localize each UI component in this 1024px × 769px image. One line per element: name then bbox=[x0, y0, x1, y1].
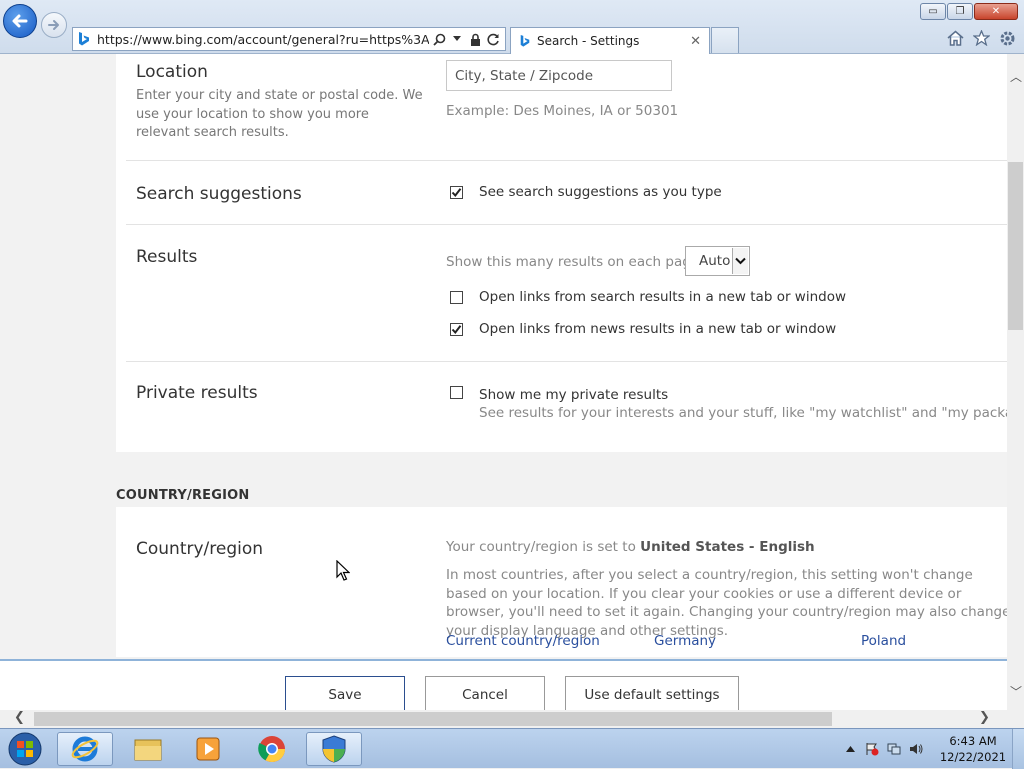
close-window-button[interactable]: ✕ bbox=[974, 3, 1018, 20]
use-default-settings-button[interactable]: Use default settings bbox=[565, 676, 739, 710]
mouse-cursor-icon bbox=[336, 560, 350, 581]
results-count-value: Auto bbox=[699, 253, 731, 269]
section-heading-country: COUNTRY/REGION bbox=[116, 488, 250, 503]
horizontal-scroll-thumb[interactable] bbox=[34, 712, 832, 726]
results-new-tab-checkbox[interactable] bbox=[450, 291, 463, 304]
tab-close-icon[interactable]: ✕ bbox=[690, 34, 701, 49]
action-center-flag-icon[interactable] bbox=[865, 742, 879, 756]
address-bar[interactable]: https://www.bing.com/account/general?ru=… bbox=[72, 27, 506, 51]
taskbar: 6:43 AM 12/22/2021 bbox=[0, 728, 1024, 769]
minimize-button[interactable]: ▭ bbox=[920, 3, 946, 20]
page-viewport: Location Enter your city and state or po… bbox=[0, 54, 1007, 710]
chrome-icon bbox=[258, 736, 286, 763]
country-region-title: Country/region bbox=[136, 539, 264, 559]
show-desktop-button[interactable] bbox=[1012, 729, 1024, 769]
tray-expand-icon[interactable] bbox=[843, 742, 857, 756]
internet-explorer-icon bbox=[71, 736, 99, 762]
back-button[interactable] bbox=[3, 4, 37, 38]
scroll-down-icon[interactable]: ﹀ bbox=[1010, 683, 1022, 700]
vertical-scrollbar[interactable]: ︿ ﹀ bbox=[1007, 54, 1024, 710]
system-tray bbox=[843, 729, 923, 769]
results-count-select[interactable]: Auto bbox=[685, 246, 750, 276]
gear-icon[interactable] bbox=[998, 29, 1016, 47]
windows-logo-icon bbox=[8, 732, 42, 766]
taskbar-security[interactable] bbox=[306, 732, 362, 766]
lock-icon[interactable] bbox=[467, 31, 483, 47]
start-button[interactable] bbox=[4, 731, 46, 767]
save-button[interactable]: Save bbox=[285, 676, 405, 710]
country-setting-text: Your country/region is set to United Sta… bbox=[446, 539, 815, 555]
results-count-label: Show this many results on each page bbox=[446, 254, 700, 270]
cancel-button[interactable]: Cancel bbox=[425, 676, 545, 710]
checkmark-icon bbox=[451, 325, 462, 335]
tab-search-settings[interactable]: Search - Settings ✕ bbox=[510, 27, 710, 54]
volume-icon[interactable] bbox=[909, 742, 923, 756]
divider bbox=[126, 361, 1007, 362]
taskbar-ie[interactable] bbox=[57, 732, 113, 766]
taskbar-chrome[interactable] bbox=[244, 732, 300, 766]
divider bbox=[126, 160, 1007, 161]
new-tab-button[interactable] bbox=[711, 27, 739, 53]
link-current-country[interactable]: Current country/region bbox=[446, 633, 600, 649]
folder-icon bbox=[134, 739, 162, 761]
location-example: Example: Des Moines, IA or 50301 bbox=[446, 103, 679, 119]
private-results-label: Show me my private results bbox=[479, 387, 669, 403]
results-new-tab-label: Open links from search results in a new … bbox=[479, 289, 847, 305]
results-new-tab-option[interactable]: Open links from search results in a new … bbox=[450, 289, 846, 305]
news-new-tab-checkbox[interactable] bbox=[450, 323, 463, 336]
news-new-tab-label: Open links from news results in a new ta… bbox=[479, 321, 837, 337]
clock-date: 12/22/2021 bbox=[939, 750, 1007, 764]
location-title: Location bbox=[136, 62, 208, 82]
vertical-scroll-thumb[interactable] bbox=[1008, 162, 1023, 330]
clock-time: 6:43 AM bbox=[949, 734, 997, 748]
bing-favicon-icon bbox=[79, 32, 89, 46]
dropdown-icon[interactable] bbox=[449, 31, 465, 47]
back-arrow-icon bbox=[12, 14, 28, 28]
bing-tab-icon bbox=[520, 35, 530, 47]
forward-arrow-icon bbox=[48, 20, 59, 30]
window-controls: ▭ ❐ ✕ bbox=[920, 3, 1018, 20]
restore-button[interactable]: ❐ bbox=[947, 3, 973, 20]
forward-button[interactable] bbox=[41, 12, 67, 38]
results-title: Results bbox=[136, 247, 198, 267]
scroll-right-icon[interactable]: ❯ bbox=[979, 710, 990, 725]
media-player-icon bbox=[196, 737, 220, 761]
private-results-sublabel: See results for your interests and your … bbox=[479, 405, 1007, 421]
refresh-icon[interactable] bbox=[485, 31, 501, 47]
taskbar-explorer[interactable] bbox=[120, 732, 176, 766]
browser-toolbar: https://www.bing.com/account/general?ru=… bbox=[0, 0, 1024, 54]
link-poland[interactable]: Poland bbox=[861, 633, 906, 649]
tab-title: Search - Settings bbox=[537, 34, 640, 48]
shield-icon bbox=[322, 735, 346, 763]
country-info-paragraph: In most countries, after you select a co… bbox=[446, 567, 1007, 640]
scroll-left-icon[interactable]: ❮ bbox=[14, 710, 25, 725]
search-suggestions-title: Search suggestions bbox=[136, 184, 302, 204]
chevron-down-icon bbox=[732, 248, 748, 274]
link-germany[interactable]: Germany bbox=[654, 633, 716, 649]
news-new-tab-option[interactable]: Open links from news results in a new ta… bbox=[450, 321, 836, 337]
private-results-title: Private results bbox=[136, 383, 258, 403]
action-bar: Save Cancel Use default settings bbox=[0, 659, 1007, 710]
home-icon[interactable] bbox=[946, 29, 964, 47]
location-input[interactable]: City, State / Zipcode bbox=[446, 60, 672, 91]
search-icon[interactable] bbox=[431, 31, 447, 47]
private-results-option[interactable]: Show me my private results See results f… bbox=[450, 384, 1007, 421]
country-setting-value: United States - English bbox=[640, 539, 815, 555]
scroll-up-icon[interactable]: ︿ bbox=[1010, 68, 1022, 85]
url-text[interactable]: https://www.bing.com/account/general?ru=… bbox=[97, 32, 429, 47]
divider bbox=[126, 224, 1007, 225]
taskbar-media-player[interactable] bbox=[180, 732, 236, 766]
favorites-star-icon[interactable] bbox=[972, 29, 990, 47]
toolbar-right-icons bbox=[946, 29, 1016, 47]
taskbar-clock[interactable]: 6:43 AM 12/22/2021 bbox=[938, 733, 1008, 765]
private-results-checkbox[interactable] bbox=[450, 386, 463, 399]
checkmark-icon bbox=[451, 188, 462, 198]
horizontal-scrollbar[interactable]: ❮ ❯ bbox=[0, 710, 1024, 728]
country-setting-prefix: Your country/region is set to bbox=[446, 539, 641, 555]
network-icon[interactable] bbox=[887, 742, 901, 756]
suggestions-option-label: See search suggestions as you type bbox=[479, 184, 722, 200]
suggestions-checkbox[interactable] bbox=[450, 186, 463, 199]
suggestions-option[interactable]: See search suggestions as you type bbox=[450, 184, 722, 200]
location-description: Enter your city and state or postal code… bbox=[136, 88, 423, 140]
